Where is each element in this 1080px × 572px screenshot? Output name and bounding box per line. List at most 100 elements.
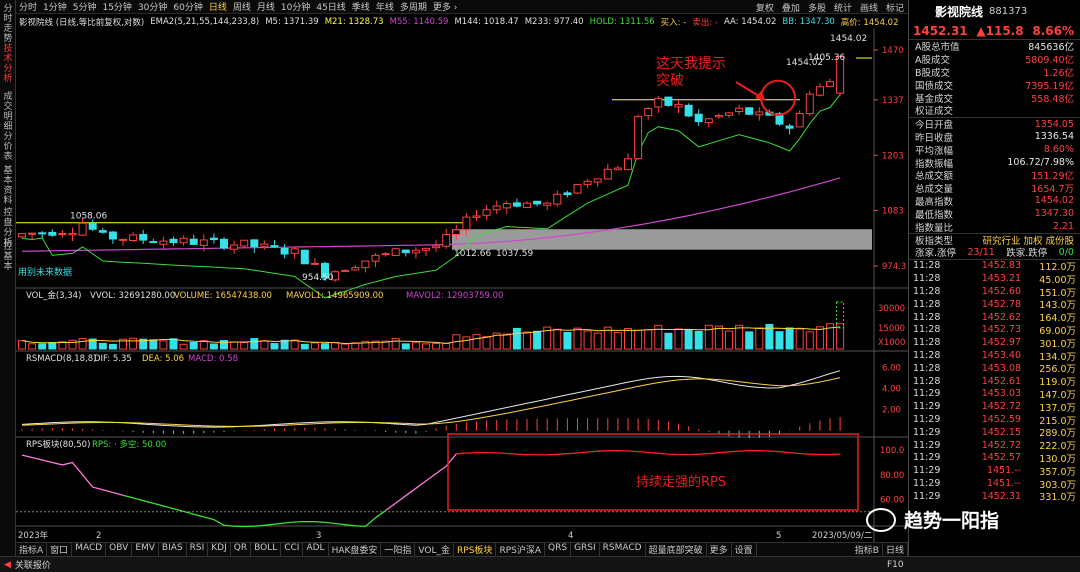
- candle-body: [28, 232, 37, 235]
- tick-list: 11:28 1452.83 112.0万 11:28 1453.21 45.00万 11:2…: [909, 258, 1080, 503]
- price-change: ▲115.8: [976, 23, 1024, 38]
- tick-price: 1452.78: [981, 298, 1021, 310]
- stat-row: 最高指数 1454.02: [909, 195, 1080, 208]
- indicator-tab-16[interactable]: RPS沪深A: [496, 543, 545, 556]
- period-6[interactable]: 日线: [206, 0, 230, 13]
- indicator-tab-10[interactable]: CCI: [281, 543, 304, 556]
- left-tab-2[interactable]: 成交明细: [1, 92, 15, 132]
- period-5[interactable]: 60分钟: [170, 0, 205, 13]
- indicator-tab-14[interactable]: VOL_金: [415, 543, 455, 556]
- indicator-tab-22[interactable]: 设置: [732, 543, 757, 556]
- period-12[interactable]: 年线: [373, 0, 397, 13]
- volume-bar: [108, 343, 117, 350]
- indicator-tab-0[interactable]: 指标A: [16, 543, 48, 556]
- period-1[interactable]: 1分钟: [40, 0, 70, 13]
- indicator-tab-5[interactable]: BIAS: [159, 543, 187, 556]
- date-axis-label: 4: [568, 531, 573, 541]
- period-list: 分时 1分钟 5分钟 15分钟 30分钟 60分钟 日线 周线 月线 10分钟 45日线 季线 年线 多周…: [16, 0, 460, 13]
- quote-link[interactable]: 关联报价: [15, 558, 51, 571]
- f10-button[interactable]: F10: [887, 560, 904, 570]
- tick-price: 1453.08: [981, 362, 1021, 374]
- tool-button-4[interactable]: 画线: [856, 1, 882, 14]
- last-price: 1452.31: [913, 23, 968, 38]
- left-tab-3[interactable]: 分价表: [1, 132, 15, 162]
- indicator-tab-15[interactable]: RPS板块: [454, 543, 497, 556]
- indicator-tab-8[interactable]: QR: [231, 543, 252, 556]
- tool-button-3[interactable]: 统计: [830, 1, 856, 14]
- left-tab-1[interactable]: 技术分析: [1, 44, 15, 84]
- stat-row: 总成交额 151.29亿: [909, 169, 1080, 182]
- period-13[interactable]: 多周期: [397, 0, 430, 13]
- no-future-data-label: 用别未来数据: [18, 266, 72, 278]
- tick-price: 1453.40: [981, 350, 1021, 362]
- tick-row: 11:28 1452.83 112.0万: [909, 260, 1080, 273]
- period-10[interactable]: 45日线: [313, 0, 348, 13]
- indicator-tab-9[interactable]: BOLL: [251, 543, 282, 556]
- indicator-tab-19[interactable]: RSMACD: [600, 543, 646, 556]
- volume-bar: [18, 340, 26, 350]
- indicator-tab-13[interactable]: 一阳指: [381, 543, 416, 556]
- indicator-b-tab[interactable]: 指标B: [852, 543, 883, 556]
- candle-body: [704, 118, 713, 124]
- period-3[interactable]: 15分钟: [99, 0, 134, 13]
- indicator-tab-7[interactable]: KDJ: [208, 543, 231, 556]
- indicator-tab-1[interactable]: 窗口: [47, 543, 73, 556]
- date-axis-label: 3: [316, 531, 321, 541]
- candle-body: [159, 240, 168, 245]
- tick-row: 11:28 1453.40 134.0万: [909, 349, 1080, 363]
- period-0[interactable]: 分时: [16, 0, 40, 13]
- left-tab-0[interactable]: 分时走势: [1, 4, 15, 44]
- left-tab-4[interactable]: 基本资料: [1, 166, 15, 206]
- indicator-tab-12[interactable]: HAK盘委安: [329, 543, 382, 556]
- tool-button-1[interactable]: 叠加: [778, 1, 804, 14]
- candle-body: [129, 234, 138, 241]
- indicator-tab-6[interactable]: RSI: [187, 543, 209, 556]
- indicator-tab-17[interactable]: QRS: [545, 543, 572, 556]
- period-11[interactable]: 季线: [349, 0, 373, 13]
- indicator-tab-21[interactable]: 更多: [707, 543, 732, 556]
- tick-price: 1452.15: [981, 426, 1021, 438]
- indicator-tab-3[interactable]: OBV: [106, 543, 133, 556]
- date-axis-label: 2: [96, 531, 101, 541]
- index-code: 881373: [989, 5, 1028, 17]
- sell-value: 卖出: -: [692, 17, 718, 28]
- indicator-tab-18[interactable]: GRSI: [571, 543, 600, 556]
- advance-decline-row: 涨家.涨停 23/11 跌家.跌停 0/0: [909, 246, 1080, 260]
- candle-body: [300, 249, 309, 265]
- period-7[interactable]: 周线: [230, 0, 254, 13]
- volume-axis-label: X1000: [878, 338, 905, 348]
- indicator-tab-2[interactable]: MACD: [72, 543, 107, 556]
- tool-button-5[interactable]: 标记: [882, 1, 908, 14]
- period-2[interactable]: 5分钟: [70, 0, 100, 13]
- tick-price: 1451.--: [986, 477, 1021, 489]
- volume-bar: [260, 340, 269, 350]
- label-1012: 1012.66: [454, 249, 491, 259]
- period-8[interactable]: 月线: [254, 0, 278, 13]
- indicator-tab-4[interactable]: EMV: [132, 543, 159, 556]
- indicator-tab-11[interactable]: ADL: [303, 543, 329, 556]
- volume-bar: [725, 330, 733, 350]
- candle-body: [230, 244, 239, 250]
- indicator-tab-20[interactable]: 超量底部突破: [646, 543, 707, 556]
- tool-button-2[interactable]: 多股: [804, 1, 830, 14]
- volume-bar: [553, 328, 562, 350]
- kline-chart[interactable]: 1058.06954.501012.66 1037.591405.361454.0…: [16, 28, 908, 542]
- tick-time: 11:28: [913, 350, 941, 362]
- period-4[interactable]: 30分钟: [135, 0, 170, 13]
- volume-bar: [391, 338, 400, 350]
- volume-bar: [230, 341, 239, 350]
- left-tab-6[interactable]: 控基本: [1, 242, 15, 272]
- candle-body: [260, 243, 269, 248]
- rps-name: RPS板块(80,50): [26, 439, 90, 450]
- daily-tab[interactable]: 日线: [883, 543, 908, 556]
- main-indicator-line: 影视院线 (日线,等比前复权,对数) EMA2(5,21,55,144,233,…: [16, 15, 908, 28]
- stat-row: 总成交量 1654.7万: [909, 182, 1080, 195]
- tick-price: 1452.61: [981, 375, 1021, 387]
- volume-axis-label: 30000: [878, 304, 905, 314]
- m144-value: M144: 1018.47: [454, 16, 519, 27]
- period-14[interactable]: 更多 ›: [430, 0, 460, 13]
- high-value: 高价: 1454.02: [840, 17, 899, 28]
- tool-button-0[interactable]: 复权: [752, 1, 778, 14]
- period-9[interactable]: 10分钟: [278, 0, 313, 13]
- candle-body: [179, 237, 188, 244]
